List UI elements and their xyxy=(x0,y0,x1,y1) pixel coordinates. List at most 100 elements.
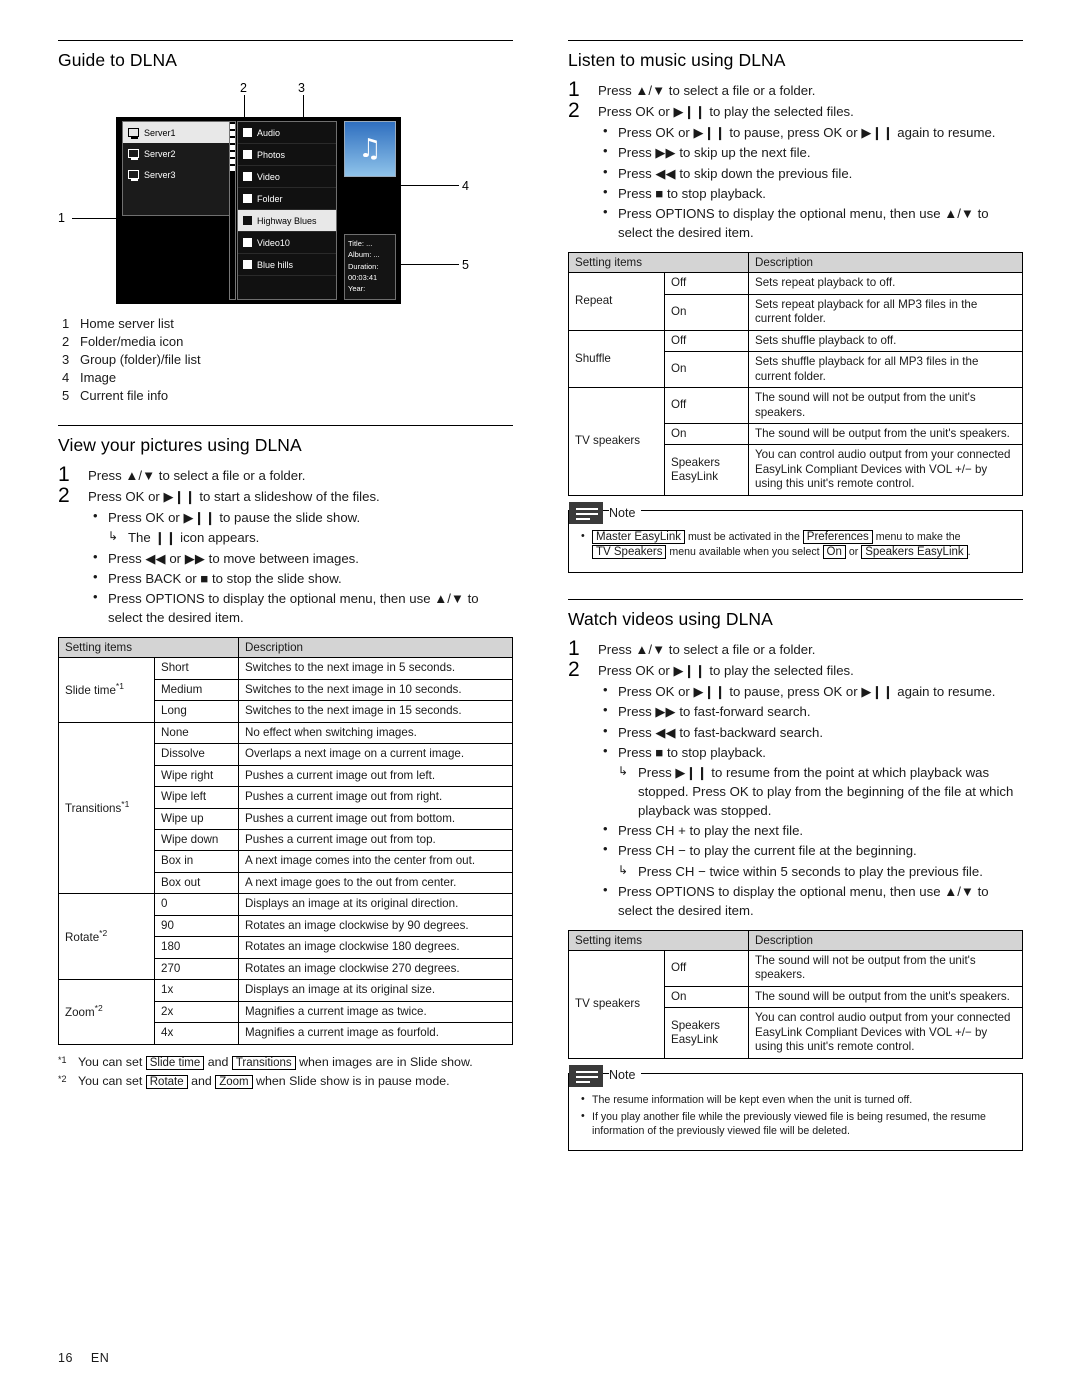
image-preview: ♫ xyxy=(344,121,396,177)
setting-value: Speakers EasyLink xyxy=(664,1007,749,1059)
server-item[interactable]: Server2 xyxy=(123,143,231,164)
list-item[interactable]: Blue hills xyxy=(238,254,336,276)
list-item[interactable]: Audio xyxy=(238,122,336,144)
step-2: 2 Press OK or ▶❙❙ to play the selected fi… xyxy=(568,99,1023,242)
note-icon xyxy=(569,501,603,524)
setting-description: No effect when switching images. xyxy=(238,721,513,745)
server-item[interactable]: Server1 xyxy=(123,122,231,143)
callout-3: 3 xyxy=(298,81,305,95)
bullet-text: Press ▶▶ to fast-forward search. xyxy=(618,704,811,720)
music-note-icon xyxy=(243,216,252,225)
note-key-5: Speakers EasyLink xyxy=(861,545,968,560)
home-server-list: Server1 Server2 Server3 xyxy=(122,121,232,216)
list-item-selected[interactable]: Highway Blues xyxy=(238,210,336,232)
step-1: 1 Press ▲/▼ to select a file or a folder. xyxy=(58,463,306,486)
server-icon xyxy=(128,149,139,160)
leader-line-3 xyxy=(303,95,304,117)
section-title-view-pictures: View your pictures using DLNA xyxy=(58,425,513,456)
bullet-item: Press OPTIONS to display the optional me… xyxy=(598,881,1023,920)
setting-value: Dissolve xyxy=(154,743,239,766)
bullet-subtext: Press CH − twice within 5 seconds to pla… xyxy=(618,862,1023,881)
footnote-marker: *1 xyxy=(58,1054,67,1065)
bullet-item: Press CH + to play the next file. xyxy=(598,820,1023,840)
server-label: Server3 xyxy=(144,169,176,180)
setting-value: None xyxy=(154,721,239,745)
bullet-text: Press OK or ▶❙❙ to pause the slide show. xyxy=(108,510,361,526)
footnote-key-1: Slide time xyxy=(145,1055,205,1070)
setting-value: Box in xyxy=(154,850,239,873)
setting-value: Box out xyxy=(154,871,239,895)
bullet-item: Press OK or ▶❙❙ to pause the slide show.… xyxy=(88,507,513,547)
legend-item: 5 Current file info xyxy=(58,388,513,403)
watch-videos-steps: 1 Press ▲/▼ to select a file or a folder.… xyxy=(568,636,1023,920)
setting-description: Pushes a current image out from right. xyxy=(238,786,513,809)
server-item[interactable]: Server3 xyxy=(123,164,231,185)
legend-text: Image xyxy=(80,370,117,385)
list-item[interactable]: Video xyxy=(238,166,336,188)
step-1: 1 Press ▲/▼ to select a file or a folder. xyxy=(568,636,816,660)
server-label: Server2 xyxy=(144,148,176,159)
leader-line-4 xyxy=(401,185,459,186)
leader-line-1 xyxy=(72,218,116,219)
table-row: Repeat Off Sets repeat playback to off. xyxy=(568,272,1023,331)
setting-value: Long xyxy=(154,700,239,723)
setting-value: Off xyxy=(664,949,749,987)
legend-text: Home server list xyxy=(80,316,174,331)
footnote-text-mid: and xyxy=(187,1074,216,1089)
bullet-item: Press ■ to stop playback. xyxy=(598,183,1023,203)
footnote-marker: *2 xyxy=(58,1074,67,1085)
list-item[interactable]: Photos xyxy=(238,144,336,166)
callout-4: 4 xyxy=(462,179,469,193)
bullet-text: Press CH − to play the current file at t… xyxy=(618,843,917,859)
note-list: The resume information will be kept even… xyxy=(579,1092,1012,1139)
table-row: Zoom*2 1x Displays an image at its origi… xyxy=(58,979,513,1045)
setting-description: Magnifies a current image as twice. xyxy=(238,1000,513,1024)
col-setting-items: Setting items xyxy=(568,252,749,274)
setting-value: 90 xyxy=(154,914,239,938)
note-text-2: menu to make the xyxy=(872,530,961,543)
setting-value: Wipe up xyxy=(154,807,239,831)
section-title-guide-to-dlna: Guide to DLNA xyxy=(58,40,513,71)
setting-value: Off xyxy=(664,387,749,424)
info-album-label: Album: xyxy=(348,250,372,260)
video-settings-table: Setting items Description TV speakers Of… xyxy=(568,929,1023,1059)
legend-number: 1 xyxy=(62,316,70,331)
bullet-text: Press OPTIONS to display the optional me… xyxy=(618,205,989,240)
list-item-label: Audio xyxy=(257,127,281,138)
media-icon-column xyxy=(229,121,236,300)
setting-description: Switches to the next image in 5 seconds. xyxy=(238,657,513,680)
bullet-item: Press ■ to stop playback. Press ▶❙❙ to r… xyxy=(598,742,1023,821)
leader-line-2 xyxy=(244,95,245,117)
tv-screen: Server1 Server2 Server3 Audio Photos Vid… xyxy=(116,117,401,304)
list-item[interactable]: Video10 xyxy=(238,232,336,254)
note-text: The resume information will be kept even… xyxy=(592,1093,913,1106)
setting-description: Sets repeat playback to off. xyxy=(748,272,1023,295)
setting-description: Displays an image at its original direct… xyxy=(238,893,513,916)
server-icon xyxy=(128,128,139,139)
note-box-music: Note Master EasyLink must be activated i… xyxy=(568,501,1023,573)
legend-text: Folder/media icon xyxy=(80,334,184,349)
footnote-text-post: when images are in Slide show. xyxy=(295,1054,473,1069)
bullet-text: Press ■ to stop playback. xyxy=(618,185,766,201)
footnote-text-pre: You can set xyxy=(78,1054,146,1069)
footnote-key-2: Zoom xyxy=(215,1075,253,1090)
note-key-4: On xyxy=(822,545,846,560)
setting-item-transitions: Transitions*1 xyxy=(58,721,155,895)
table-row: Shuffle Off Sets shuffle playback to off… xyxy=(568,329,1023,389)
note-text: If you play another file while the previ… xyxy=(592,1111,986,1138)
setting-description: Switches to the next image in 10 seconds… xyxy=(238,678,513,702)
video-icon xyxy=(243,238,252,247)
table-row: Rotate*2 0 Displays an image at its orig… xyxy=(58,893,513,981)
setting-description: Rotates an image clockwise 180 degrees. xyxy=(238,936,513,959)
music-note-icon: ♫ xyxy=(358,134,382,164)
setting-item-tv-speakers: TV speakers xyxy=(568,949,665,1059)
step-1: 1 Press ▲/▼ to select a file or a folder. xyxy=(568,78,816,101)
setting-value: 4x xyxy=(154,1022,239,1045)
setting-description: The sound will not be output from the un… xyxy=(748,387,1023,424)
list-item[interactable]: Folder xyxy=(238,188,336,210)
setting-item-slide-time: Slide time*1 xyxy=(58,657,155,723)
setting-value: 180 xyxy=(154,936,239,959)
table-row: Transitions*1 None No effect when switch… xyxy=(58,721,513,895)
setting-description: A next image comes into the center from … xyxy=(238,850,513,873)
legend-item: 2 Folder/media icon xyxy=(58,334,513,349)
